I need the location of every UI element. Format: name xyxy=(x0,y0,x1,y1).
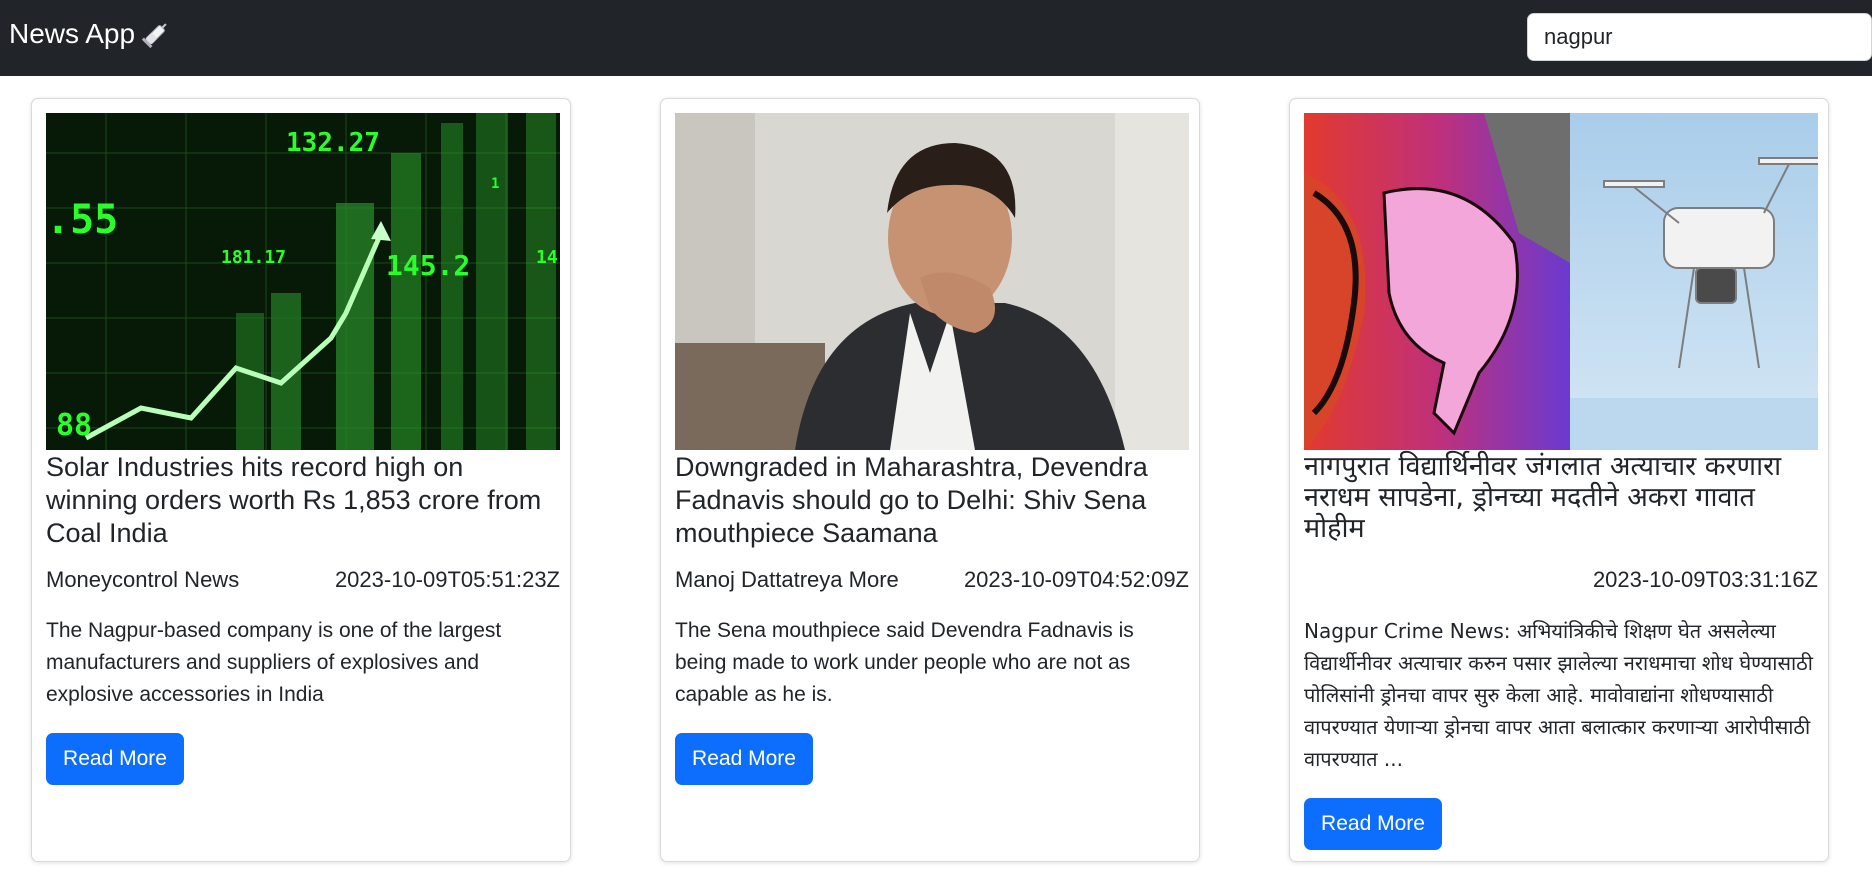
stock-chart-image: 132.27 .55 181.17 145.2 88 1 14 xyxy=(46,113,560,450)
article-author: Moneycontrol News xyxy=(46,567,240,592)
article-description: The Nagpur-based company is one of the l… xyxy=(46,619,502,706)
article-title: Solar Industries hits record high on win… xyxy=(46,452,542,548)
svg-text:.55: .55 xyxy=(46,197,118,243)
news-card: 132.27 .55 181.17 145.2 88 1 14 Solar In… xyxy=(31,98,571,862)
svg-text:14: 14 xyxy=(536,247,558,268)
article-description: Nagpur Crime News: अभियांत्रिकीचे शिक्षण… xyxy=(1304,619,1813,771)
crime-drone-image xyxy=(1304,113,1818,450)
news-card: Downgraded in Maharashtra, Devendra Fadn… xyxy=(660,98,1200,862)
read-more-button[interactable]: Read More xyxy=(1304,798,1442,850)
article-author: Manoj Dattatreya More xyxy=(675,567,899,592)
article-meta: Manoj Dattatreya More 2023-10-09T04:52:0… xyxy=(675,565,1189,595)
brand-title: News App xyxy=(9,18,136,49)
search-input[interactable] xyxy=(1527,13,1872,61)
article-date: 2023-10-09T04:52:09Z xyxy=(963,567,1189,592)
svg-text:132.27: 132.27 xyxy=(286,128,380,158)
article-meta: Moneycontrol News 2023-10-09T05:51:23Z xyxy=(46,565,560,595)
svg-text:145.2: 145.2 xyxy=(386,249,470,282)
brand[interactable]: News App xyxy=(9,16,171,52)
article-date: 2023-10-09T03:31:16Z xyxy=(1592,567,1818,592)
politician-photo xyxy=(675,113,1189,450)
article-meta: 2023-10-09T03:31:16Z xyxy=(1304,565,1818,595)
article-date: 2023-10-09T05:51:23Z xyxy=(334,567,560,592)
article-title: Downgraded in Maharashtra, Devendra Fadn… xyxy=(675,452,1148,548)
read-more-button[interactable]: Read More xyxy=(46,733,184,785)
syringe-icon xyxy=(141,19,171,49)
article-title: नागपुरात विद्यार्थिनीवर जंगलात अत्याचार … xyxy=(1304,451,1782,544)
svg-text:181.17: 181.17 xyxy=(221,247,286,268)
article-description: The Sena mouthpiece said Devendra Fadnav… xyxy=(675,619,1134,706)
read-more-button[interactable]: Read More xyxy=(675,733,813,785)
news-card: नागपुरात विद्यार्थिनीवर जंगलात अत्याचार … xyxy=(1289,98,1829,862)
svg-text:1: 1 xyxy=(491,176,499,192)
svg-text:88: 88 xyxy=(56,408,92,443)
navbar: News App xyxy=(0,0,1872,76)
